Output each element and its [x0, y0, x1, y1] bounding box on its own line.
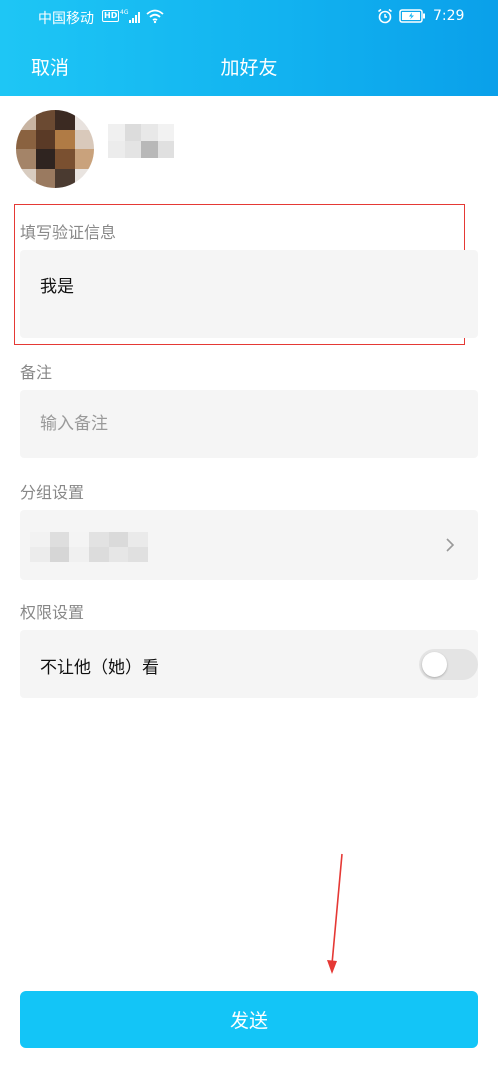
wifi-icon: [146, 9, 164, 24]
status-bar: 中国移动 HD 4G 7:29: [0, 0, 498, 34]
alarm-icon: [378, 8, 392, 24]
send-button[interactable]: 发送: [20, 991, 478, 1048]
hide-from-user-label: 不让他（她）看: [40, 658, 159, 678]
verify-label: 填写验证信息: [20, 223, 117, 242]
toggle-knob: [422, 652, 447, 677]
group-select[interactable]: [20, 510, 478, 580]
group-label: 分组设置: [20, 483, 85, 502]
page-title: 加好友: [220, 57, 278, 79]
hd-badge: HD: [102, 10, 120, 22]
remark-label: 备注: [20, 363, 53, 382]
hide-from-user-toggle[interactable]: [419, 649, 478, 680]
verify-message-value: 我是: [40, 277, 74, 297]
remark-input[interactable]: [40, 390, 460, 458]
chevron-right-icon: [446, 538, 455, 552]
group-value-blurred: [30, 532, 148, 562]
svg-text:4G: 4G: [120, 9, 129, 16]
header: 中国移动 HD 4G 7:29 取消 加好友: [0, 0, 498, 96]
carrier-label: 中国移动: [38, 11, 94, 27]
username-blurred: [108, 124, 174, 158]
permission-label: 权限设置: [20, 603, 85, 622]
avatar: [16, 110, 94, 188]
red-arrow-annotation: [327, 853, 343, 974]
clock-time: 7:29: [433, 8, 465, 24]
battery-icon: [399, 9, 425, 23]
remark-field-container: [20, 390, 478, 458]
signal-icon: 4G: [120, 9, 140, 23]
permission-row: 不让他（她）看: [20, 630, 478, 698]
verify-message-field[interactable]: 我是: [20, 250, 478, 338]
